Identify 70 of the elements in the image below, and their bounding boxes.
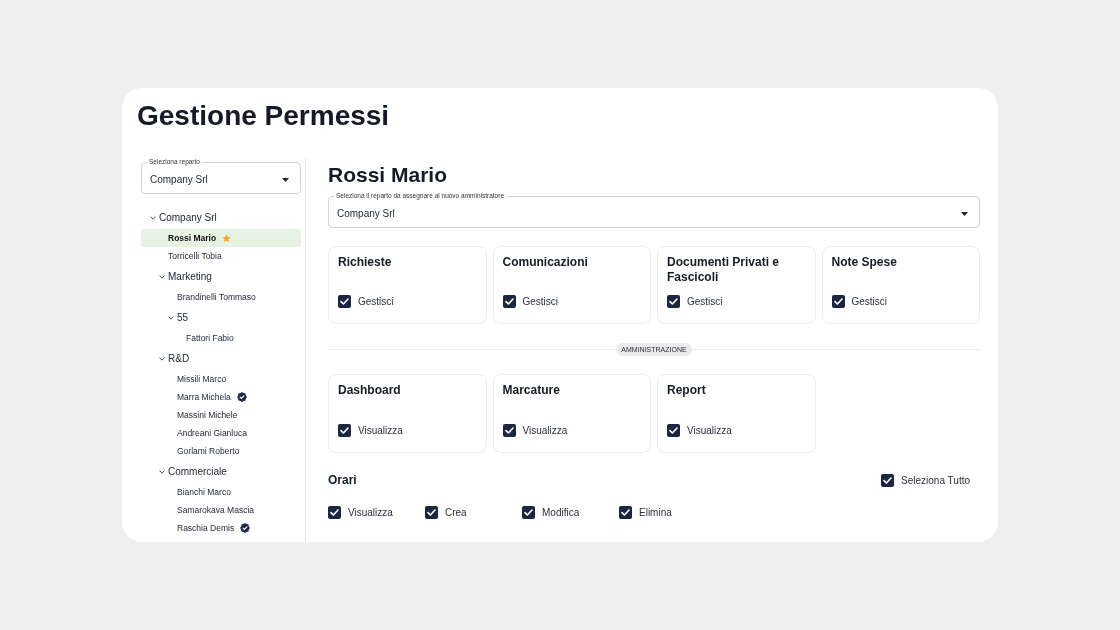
user-name-heading: Rossi Mario [328, 162, 448, 188]
tree-group[interactable]: Company Srl [141, 206, 301, 229]
checkbox-label: Visualizza [358, 424, 403, 437]
chevron-down-icon[interactable] [159, 469, 165, 474]
checkbox[interactable] [502, 295, 516, 308]
dropdown-caret-icon[interactable] [961, 211, 968, 216]
checkbox-label: Elimina [639, 505, 672, 519]
section-title: Orari [328, 472, 357, 489]
card-title: Comunicazioni [502, 255, 589, 270]
tree-item[interactable]: Missili Marco [141, 370, 301, 388]
checkbox[interactable] [328, 505, 341, 519]
tree-item[interactable]: Bianchi Marco [141, 483, 301, 501]
checkmark-icon [621, 508, 630, 516]
checkmark-icon [340, 298, 349, 305]
checkbox[interactable] [667, 295, 680, 308]
tree-item[interactable]: Gorlami Roberto [141, 442, 301, 460]
chevron-down-icon[interactable] [150, 215, 156, 220]
checkbox[interactable] [881, 474, 895, 487]
checkbox[interactable] [619, 505, 632, 519]
dropdown-caret-icon[interactable] [282, 177, 289, 182]
checkbox-label: Visualizza [687, 424, 732, 437]
tree-item[interactable]: Raschia Demis [141, 519, 301, 537]
tree-item[interactable]: Marra Michela [141, 388, 301, 406]
card-title: Dashboard [338, 383, 402, 398]
card-title: Note Spese [831, 255, 898, 270]
chevron-down-icon[interactable] [168, 315, 174, 320]
card-title: Report [667, 383, 707, 398]
tree-item[interactable]: Massini Michele [141, 406, 301, 424]
checkmark-icon [330, 508, 339, 516]
checkmark-icon [427, 508, 436, 516]
checkbox[interactable] [667, 424, 680, 437]
checkbox[interactable] [831, 295, 845, 308]
checkmark-icon [340, 427, 349, 434]
checkbox[interactable] [522, 505, 535, 519]
checkbox-label: Crea [445, 505, 467, 519]
tree-item[interactable]: Samarokava Mascia [141, 501, 301, 519]
checkbox-label: Modifica [542, 505, 580, 519]
checkbox[interactable] [502, 424, 516, 437]
checkmark-icon [669, 298, 678, 305]
checkbox[interactable] [338, 424, 351, 437]
checkbox-label: Visualizza [522, 424, 568, 437]
checkmark-icon [833, 298, 843, 305]
checkbox-label: Gestisci [851, 295, 888, 308]
tree-item[interactable]: Brandinelli Tommaso [141, 288, 301, 306]
tree-item[interactable]: Andreani Gianluca [141, 424, 301, 442]
card-title: Documenti Privati e Fascicoli [667, 255, 781, 285]
tree-group[interactable]: Commerciale [141, 460, 301, 483]
checkmark-icon [883, 477, 893, 484]
tree-group[interactable]: Marketing [141, 265, 301, 288]
checkmark-icon [669, 427, 678, 434]
checkmark-icon [524, 508, 533, 516]
checkbox-label: Gestisci [358, 295, 394, 308]
chevron-down-icon[interactable] [159, 356, 165, 361]
checkbox-label: Gestisci [522, 295, 559, 308]
checkbox-label: Seleziona Tutto [901, 474, 970, 487]
checkbox[interactable] [425, 505, 438, 519]
checkmark-icon [504, 427, 514, 434]
card-title: Marcature [502, 383, 561, 398]
chevron-down-icon[interactable] [159, 274, 165, 279]
tree-item[interactable]: Fattori Fabio [141, 329, 301, 347]
tree-group[interactable]: R&D [141, 347, 301, 370]
checkmark-icon [504, 298, 514, 305]
checkbox[interactable] [338, 295, 351, 308]
page-title: Gestione Permessi [137, 99, 390, 133]
checkbox-label: Gestisci [687, 295, 723, 308]
tree-group[interactable]: 55 [141, 306, 301, 329]
checkbox-label: Visualizza [348, 505, 393, 519]
tree-item[interactable]: Torricelli Tobia [141, 247, 301, 265]
tree-item[interactable]: Rossi Mario [141, 229, 301, 247]
card-title: Richieste [338, 255, 393, 270]
